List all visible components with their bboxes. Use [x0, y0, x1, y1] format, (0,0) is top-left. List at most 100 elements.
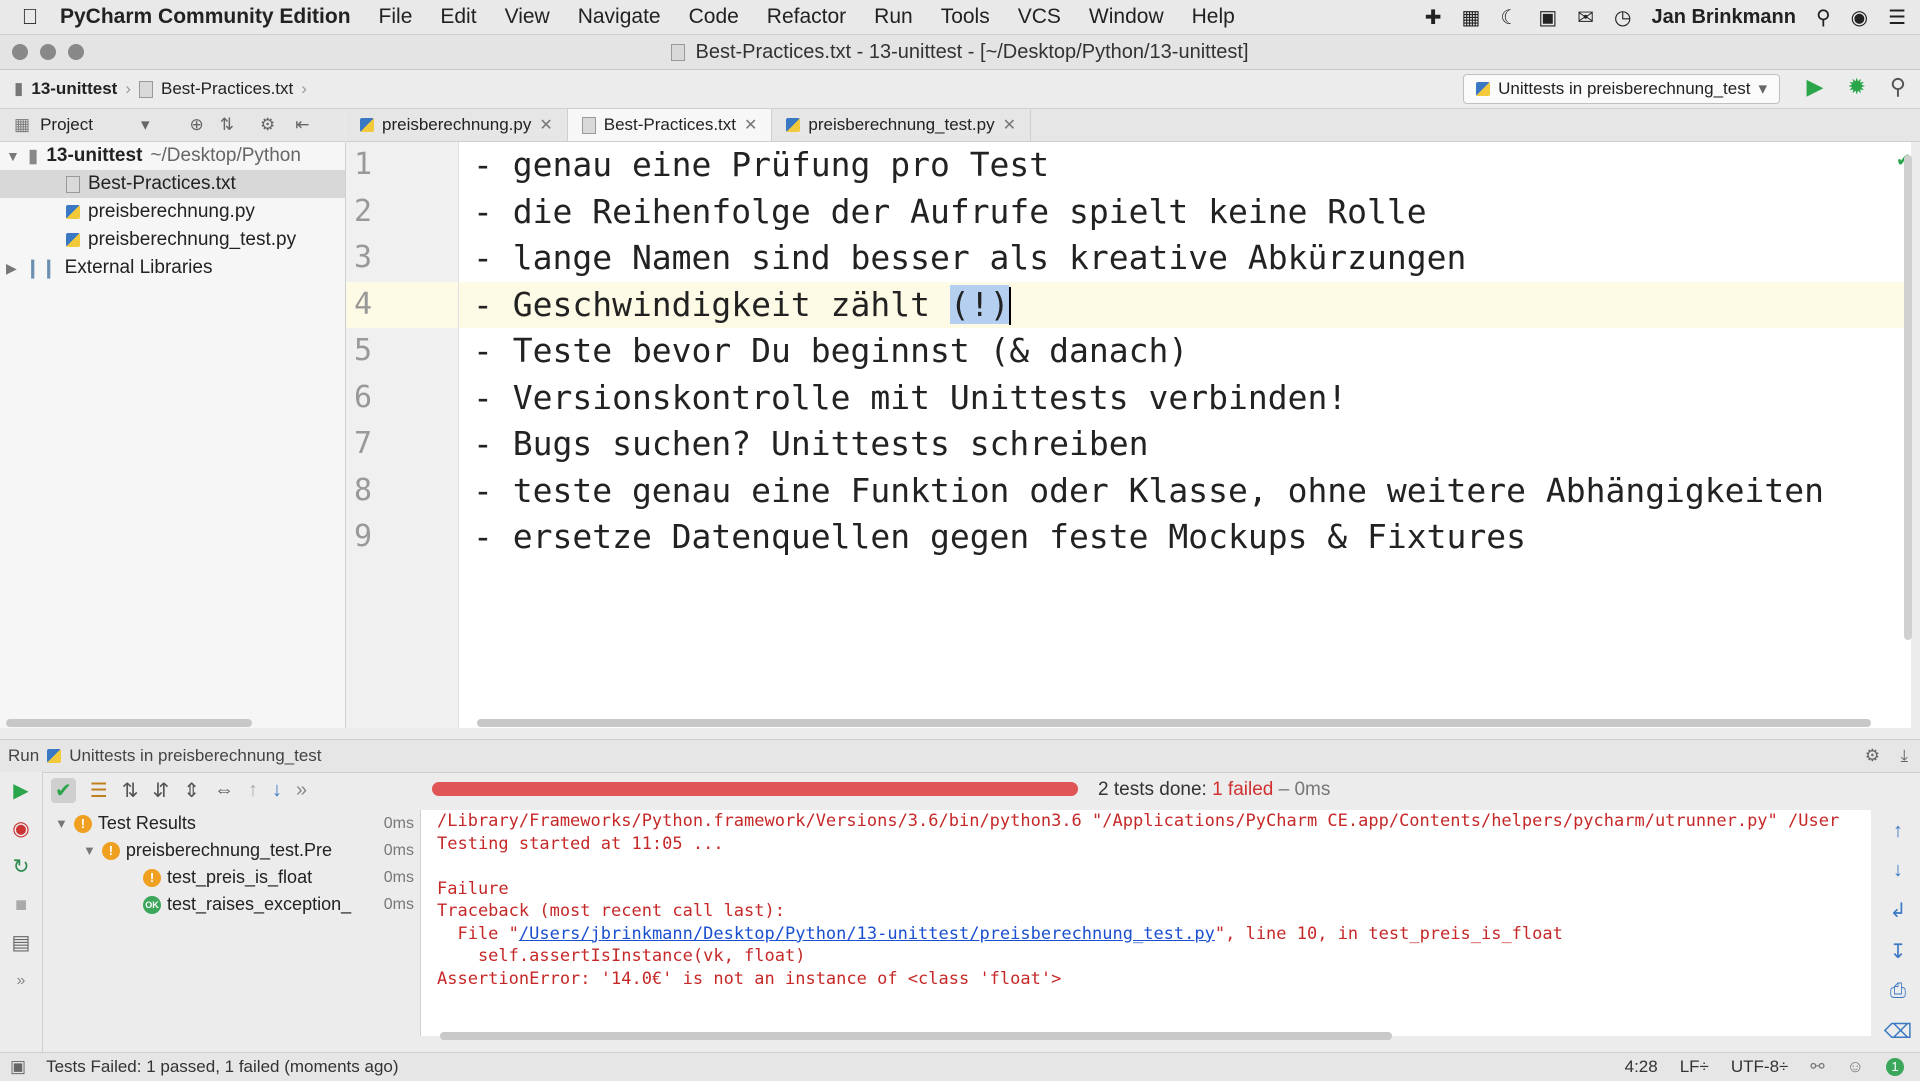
close-window-button[interactable]: [12, 44, 28, 60]
console-scrollbar[interactable]: [440, 1032, 1392, 1040]
code-editor[interactable]: - genau eine Prüfung pro Test - die Reih…: [459, 142, 1911, 728]
collapse-all-icon[interactable]: ⇔: [214, 779, 234, 802]
tab-preisberechnung[interactable]: preisberechnung.py ✕: [346, 109, 568, 141]
soft-wrap-icon[interactable]: ↲: [1890, 898, 1907, 923]
close-icon[interactable]: ✕: [539, 115, 552, 135]
more-icon[interactable]: »: [296, 779, 307, 802]
code-line[interactable]: - genau eine Prüfung pro Test: [459, 142, 1911, 189]
search-icon[interactable]: ⚲: [1816, 5, 1831, 30]
menu-tools[interactable]: Tools: [941, 5, 990, 29]
tree-external-libraries[interactable]: ▶ ❙❙ External Libraries: [0, 254, 345, 282]
arrow-down-icon[interactable]: ↓: [1893, 859, 1903, 882]
plus-icon[interactable]: ✚: [1425, 5, 1442, 30]
inspector-icon[interactable]: ☺: [1847, 1057, 1864, 1077]
menu-app-name[interactable]: PyCharm Community Edition: [60, 5, 351, 29]
menu-navigate[interactable]: Navigate: [578, 5, 661, 29]
code-line[interactable]: - Teste bevor Du beginnst (& danach): [459, 328, 1911, 375]
hide-panel-icon[interactable]: ⤓: [1900, 746, 1908, 766]
code-line[interactable]: - die Reihenfolge der Aufrufe spielt kei…: [459, 189, 1911, 236]
code-line-current[interactable]: - Geschwindigkeit zählt (!): [459, 281, 1911, 328]
tree-file-preisberechnung-test[interactable]: preisberechnung_test.py: [0, 226, 345, 254]
lock-icon[interactable]: ⚯: [1810, 1057, 1824, 1077]
cursor-position[interactable]: 4:28: [1625, 1057, 1658, 1077]
next-failed-icon[interactable]: ↓: [272, 779, 282, 802]
panel-toggle-icon[interactable]: ▣: [10, 1057, 26, 1077]
clock-icon[interactable]: ◷: [1614, 5, 1631, 30]
tree-file-best-practices[interactable]: Best-Practices.txt: [0, 170, 345, 198]
chevron-down-icon[interactable]: ▾: [141, 115, 150, 135]
apple-icon[interactable]: : [0, 4, 60, 30]
collapse-icon[interactable]: ⇅: [220, 115, 234, 135]
scroll-to-end-icon[interactable]: ↧: [1890, 939, 1907, 964]
close-icon[interactable]: ✕: [1003, 115, 1016, 135]
arrow-up-icon[interactable]: ↑: [1893, 820, 1903, 843]
test-row-passed[interactable]: OK test_raises_exception_ 0ms: [43, 891, 418, 918]
siri-icon[interactable]: ◉: [1851, 5, 1868, 30]
rerun-failed-icon[interactable]: ◉: [0, 810, 42, 848]
test-row-root[interactable]: ▼ ! Test Results 0ms: [43, 810, 418, 837]
layout-icon[interactable]: ▤: [0, 924, 42, 962]
tree-root[interactable]: ▼ ▮ 13-unittest ~/Desktop/Python: [0, 142, 345, 170]
rerun-icon[interactable]: ▶: [0, 772, 42, 810]
test-row-failed[interactable]: ! test_preis_is_float 0ms: [43, 864, 418, 891]
chat-icon[interactable]: ✉: [1577, 5, 1594, 30]
toggle-auto-test-icon[interactable]: ↻: [0, 848, 42, 886]
menu-window[interactable]: Window: [1089, 5, 1164, 29]
more-icon[interactable]: »: [0, 962, 42, 1000]
project-scrollbar[interactable]: [6, 719, 252, 727]
chevron-right-icon[interactable]: ▶: [6, 260, 17, 277]
tab-preisberechnung-test[interactable]: preisberechnung_test.py ✕: [772, 109, 1031, 141]
editor-horizontal-scrollbar[interactable]: [477, 719, 1871, 727]
expand-all-icon[interactable]: ⇕: [183, 778, 200, 803]
menu-help[interactable]: Help: [1192, 5, 1235, 29]
breadcrumb-project[interactable]: 13-unittest: [31, 79, 117, 99]
code-line[interactable]: - ersetze Datenquellen gegen feste Mocku…: [459, 514, 1911, 561]
breadcrumb-file[interactable]: Best-Practices.txt: [161, 79, 293, 99]
gear-icon[interactable]: ⚙: [260, 115, 275, 135]
sort-alpha-icon[interactable]: ⇅: [122, 778, 139, 803]
gear-icon[interactable]: ⚙: [1865, 746, 1880, 766]
trash-icon[interactable]: ⌫: [1884, 1019, 1912, 1044]
run-panel-config[interactable]: Unittests in preisberechnung_test: [69, 746, 321, 766]
user-name[interactable]: Jan Brinkmann: [1651, 6, 1795, 29]
run-icon[interactable]: ▶: [1807, 74, 1824, 100]
print-icon[interactable]: ⎙: [1890, 980, 1906, 1003]
menu-code[interactable]: Code: [689, 5, 739, 29]
menu-run[interactable]: Run: [874, 5, 913, 29]
line-separator[interactable]: LF÷: [1680, 1057, 1709, 1077]
close-icon[interactable]: ✕: [744, 115, 757, 135]
editor-vertical-scrollbar[interactable]: [1904, 155, 1912, 640]
run-config-selector[interactable]: Unittests in preisberechnung_test ▾: [1463, 74, 1780, 104]
folder-icon[interactable]: ▦: [1462, 5, 1481, 30]
locate-icon[interactable]: ⊕: [190, 115, 204, 135]
minimize-window-button[interactable]: [40, 44, 56, 60]
menu-vcs[interactable]: VCS: [1018, 5, 1061, 29]
chevron-down-icon[interactable]: ▼: [6, 148, 20, 164]
menu-view[interactable]: View: [505, 5, 550, 29]
stop-icon[interactable]: ■: [0, 886, 42, 924]
menu-file[interactable]: File: [379, 5, 413, 29]
console-file-link[interactable]: /Users/jbrinkmann/Desktop/Python/13-unit…: [519, 924, 1215, 944]
tree-file-preisberechnung[interactable]: preisberechnung.py: [0, 198, 345, 226]
selected-text[interactable]: (!): [949, 284, 1010, 324]
menu-edit[interactable]: Edit: [440, 5, 476, 29]
file-encoding[interactable]: UTF-8÷: [1731, 1057, 1789, 1077]
sort-duration-icon[interactable]: ⇵: [152, 778, 169, 803]
list-icon[interactable]: ☰: [1888, 5, 1906, 30]
search-icon[interactable]: ⚲: [1890, 74, 1906, 100]
show-passed-icon[interactable]: ✔: [51, 777, 76, 803]
debug-icon[interactable]: ✹: [1847, 74, 1865, 100]
moon-icon[interactable]: ☾: [1500, 5, 1518, 30]
project-panel-title[interactable]: Project: [40, 115, 93, 135]
tab-best-practices[interactable]: Best-Practices.txt ✕: [567, 109, 773, 141]
code-line[interactable]: - Bugs suchen? Unittests schreiben: [459, 421, 1911, 468]
code-line[interactable]: - Versionskontrolle mit Unittests verbin…: [459, 375, 1911, 422]
code-line[interactable]: - teste genau eine Funktion oder Klasse,…: [459, 468, 1911, 515]
notification-badge[interactable]: 1: [1886, 1058, 1904, 1076]
chevron-down-icon[interactable]: ▼: [55, 816, 68, 831]
hide-panel-icon[interactable]: ⇤: [295, 115, 309, 135]
code-line[interactable]: - lange Namen sind besser als kreative A…: [459, 235, 1911, 282]
maximize-window-button[interactable]: [68, 44, 84, 60]
show-ignored-icon[interactable]: ☰: [90, 778, 108, 803]
test-row-suite[interactable]: ▼ ! preisberechnung_test.Pre 0ms: [43, 837, 418, 864]
